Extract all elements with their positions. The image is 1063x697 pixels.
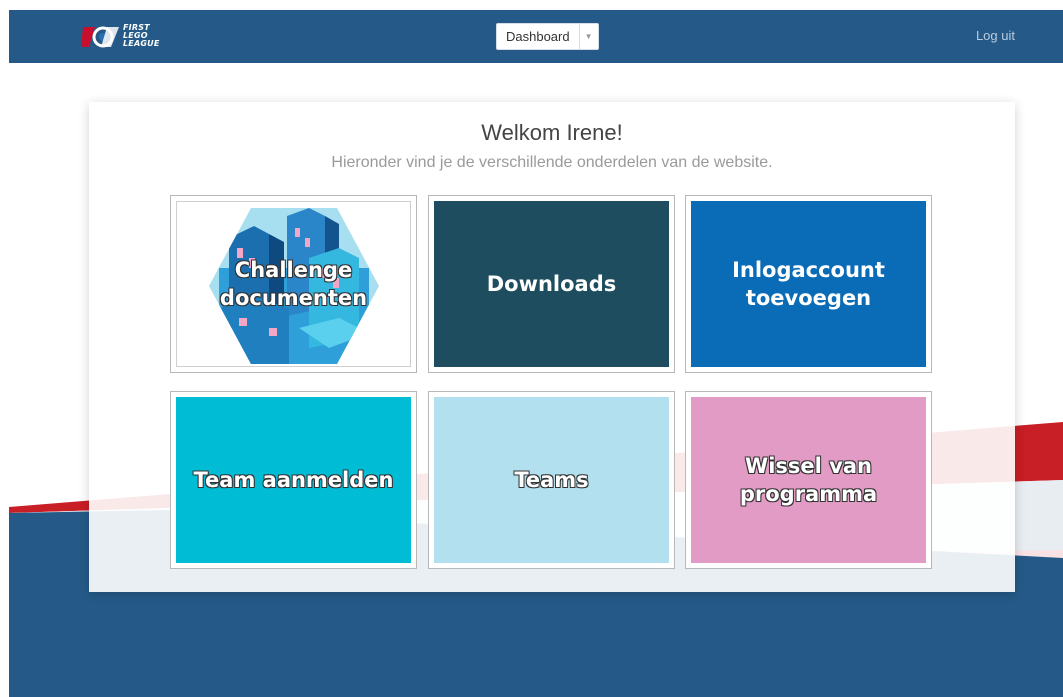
caret-down-icon[interactable]: ▼ <box>580 24 598 49</box>
tile-grid: Challenge documenten Downloads Inlogacco… <box>170 195 933 569</box>
top-navbar: FIRST LEGO LEAGUE Dashboard ▼ Log uit <box>9 10 1063 63</box>
tile-label: Teams <box>514 468 589 492</box>
welcome-heading: Welkom Irene! <box>481 120 623 145</box>
tile-label: Wissel van programma <box>739 454 878 506</box>
tile-downloads-bg: Downloads <box>434 201 669 367</box>
first-lego-league-logo-icon <box>81 26 119 48</box>
tile-label: Challenge documenten <box>219 258 368 310</box>
logo[interactable]: FIRST LEGO LEAGUE <box>81 20 191 52</box>
tile-inlogaccount-bg: Inlogaccount toevoegen <box>691 201 926 367</box>
tile-label: Team aanmelden <box>193 468 394 492</box>
tile-team-aanmelden[interactable]: Team aanmelden <box>170 391 417 569</box>
logo-text: FIRST LEGO LEAGUE <box>123 24 159 48</box>
dashboard-dropdown: Dashboard ▼ <box>496 23 599 50</box>
tile-wissel-van-programma[interactable]: Wissel van programma <box>685 391 932 569</box>
tile-teams[interactable]: Teams <box>428 391 675 569</box>
tile-inlogaccount-toevoegen[interactable]: Inlogaccount toevoegen <box>685 195 932 373</box>
tile-challenge-documenten-bg: Challenge documenten <box>176 201 411 367</box>
page: FIRST LEGO LEAGUE Dashboard ▼ Log uit We… <box>9 10 1063 697</box>
tile-teams-bg: Teams <box>434 397 669 563</box>
tile-label: Inlogaccount toevoegen <box>732 258 885 310</box>
tile-challenge-documenten[interactable]: Challenge documenten <box>170 195 417 373</box>
dashboard-card: Welkom Irene! Hieronder vind je de versc… <box>89 102 1015 592</box>
logout-link[interactable]: Log uit <box>976 28 1015 43</box>
tile-downloads[interactable]: Downloads <box>428 195 675 373</box>
welcome-subtitle: Hieronder vind je de verschillende onder… <box>331 154 773 171</box>
tile-wissel-bg: Wissel van programma <box>691 397 926 563</box>
dashboard-button[interactable]: Dashboard <box>497 24 580 49</box>
tile-team-aanmelden-bg: Team aanmelden <box>176 397 411 563</box>
tile-label: Downloads <box>486 272 617 296</box>
logo-line-league: LEAGUE <box>123 39 160 48</box>
